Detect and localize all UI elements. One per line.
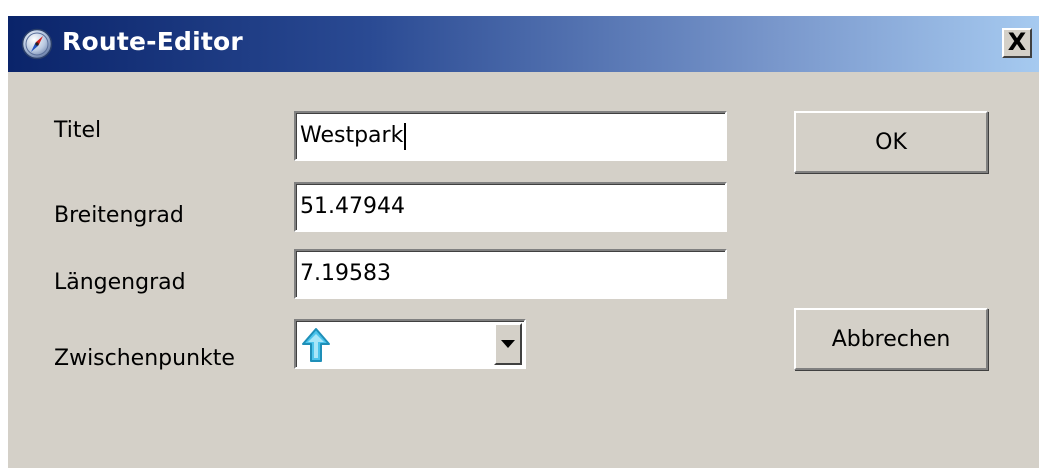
longitude-input-value: 7.19583 [300, 261, 391, 286]
title-bar[interactable]: Route-Editor X [8, 16, 1039, 72]
close-button[interactable]: X [1002, 28, 1032, 58]
title-label: Titel [54, 118, 102, 143]
ok-button[interactable]: OK [794, 111, 988, 173]
chevron-down-icon [501, 340, 515, 348]
route-editor-dialog: Route-Editor X Titel Westpark Breitengra… [8, 16, 1039, 468]
longitude-label: Längengrad [54, 270, 186, 295]
latitude-input[interactable]: 51.47944 [294, 182, 727, 232]
latitude-input-value: 51.47944 [300, 194, 405, 219]
text-caret [404, 122, 407, 150]
waypoints-label: Zwischenpunkte [54, 346, 235, 371]
dropdown-button[interactable] [494, 323, 522, 365]
latitude-label: Breitengrad [54, 203, 184, 228]
longitude-input[interactable]: 7.19583 [294, 249, 727, 299]
window-title: Route-Editor [62, 27, 243, 56]
cancel-button[interactable]: Abbrechen [794, 308, 988, 370]
title-input[interactable]: Westpark [294, 111, 727, 161]
compass-icon [21, 28, 53, 60]
title-input-value: Westpark [300, 123, 404, 148]
waypoints-select[interactable] [294, 319, 526, 369]
arrow-up-icon [302, 328, 330, 362]
